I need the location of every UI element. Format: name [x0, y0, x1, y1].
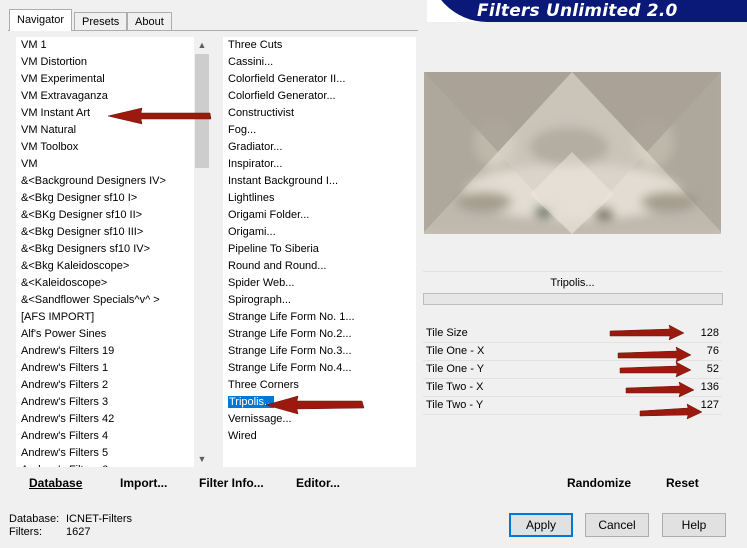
- database-button[interactable]: Database: [29, 476, 82, 490]
- tab-navigator[interactable]: Navigator: [9, 9, 73, 31]
- filter-item[interactable]: Instant Background I...: [223, 173, 416, 190]
- param-row[interactable]: Tile One - X 76: [423, 343, 722, 361]
- category-item[interactable]: Andrew's Filters 1: [16, 360, 194, 377]
- category-list[interactable]: VM 1 VM Distortion VM Experimental VM Extra…: [16, 37, 194, 467]
- param-row[interactable]: Tile One - Y 52: [423, 361, 722, 379]
- filters-count: 1627: [66, 526, 91, 538]
- filter-item[interactable]: Spirograph...: [223, 292, 416, 309]
- help-button[interactable]: Help: [662, 513, 726, 537]
- reset-button[interactable]: Reset: [666, 476, 699, 490]
- filter-item[interactable]: Strange Life Form No. 1...: [223, 309, 416, 326]
- preview-image: [424, 72, 721, 234]
- filter-item[interactable]: Three Cuts: [223, 37, 416, 54]
- import-button[interactable]: Import...: [120, 476, 167, 490]
- param-label: Tile Two - X: [426, 381, 484, 393]
- category-item[interactable]: VM Distortion: [16, 54, 194, 71]
- filter-item[interactable]: Origami...: [223, 224, 416, 241]
- filter-item[interactable]: Spider Web...: [223, 275, 416, 292]
- progress-bar: [423, 293, 723, 305]
- database-label: Database:: [9, 513, 60, 525]
- filter-item[interactable]: Origami Folder...: [223, 207, 416, 224]
- filter-item[interactable]: Tripolis...: [223, 394, 416, 411]
- param-value: 127: [700, 399, 719, 411]
- scrollbar-thumb[interactable]: [195, 54, 209, 168]
- param-row[interactable]: Tile Size 128: [423, 325, 722, 343]
- param-row[interactable]: Tile Two - X 136: [423, 379, 722, 397]
- param-value: 52: [706, 363, 719, 375]
- filters-label: Filters:: [9, 526, 42, 538]
- filter-item[interactable]: Constructivist: [223, 105, 416, 122]
- category-item[interactable]: Andrew's Filters 4: [16, 428, 194, 445]
- category-item[interactable]: Alf's Power Sines: [16, 326, 194, 343]
- banner-title: Filters Unlimited 2.0: [477, 1, 678, 21]
- cancel-button[interactable]: Cancel: [585, 513, 649, 537]
- category-scrollbar[interactable]: ▲ ▼: [194, 37, 210, 467]
- category-item[interactable]: Andrew's Filters 5: [16, 445, 194, 462]
- tab-about[interactable]: About: [127, 12, 172, 30]
- category-item[interactable]: &<Bkg Designer sf10 III>: [16, 224, 194, 241]
- filter-item[interactable]: Cassini...: [223, 54, 416, 71]
- category-item[interactable]: &<Background Designers IV>: [16, 173, 194, 190]
- category-item[interactable]: VM Natural: [16, 122, 194, 139]
- filter-item[interactable]: Strange Life Form No.4...: [223, 360, 416, 377]
- category-item[interactable]: &<BKg Designer sf10 II>: [16, 207, 194, 224]
- category-item[interactable]: VM 1: [16, 37, 194, 54]
- param-value: 76: [706, 345, 719, 357]
- category-item[interactable]: Andrew's Filters 19: [16, 343, 194, 360]
- filter-item[interactable]: Gradiator...: [223, 139, 416, 156]
- filter-item[interactable]: Round and Round...: [223, 258, 416, 275]
- filter-item[interactable]: Fog...: [223, 122, 416, 139]
- filter-item[interactable]: Pipeline To Siberia: [223, 241, 416, 258]
- category-item[interactable]: Andrew's Filters 6: [16, 462, 194, 467]
- category-item[interactable]: VM Toolbox: [16, 139, 194, 156]
- param-label: Tile One - X: [426, 345, 485, 357]
- param-label: Tile Size: [426, 327, 468, 339]
- param-row[interactable]: Tile Two - Y 127: [423, 397, 722, 415]
- category-item[interactable]: &<Bkg Designer sf10 I>: [16, 190, 194, 207]
- param-slider[interactable]: [423, 414, 722, 415]
- filter-item[interactable]: Three Corners: [223, 377, 416, 394]
- filter-item[interactable]: Lightlines: [223, 190, 416, 207]
- category-item[interactable]: VM Instant Art: [16, 105, 194, 122]
- param-value: 136: [700, 381, 719, 393]
- randomize-button[interactable]: Randomize: [567, 476, 631, 490]
- apply-button[interactable]: Apply: [509, 513, 573, 537]
- scroll-down-icon[interactable]: ▼: [194, 451, 210, 467]
- filter-item[interactable]: Inspirator...: [223, 156, 416, 173]
- category-item[interactable]: Andrew's Filters 2: [16, 377, 194, 394]
- category-item[interactable]: VM Extravaganza: [16, 88, 194, 105]
- selected-filter-name: Tripolis...: [423, 271, 722, 294]
- param-label: Tile Two - Y: [426, 399, 484, 411]
- category-item[interactable]: &<Bkg Kaleidoscope>: [16, 258, 194, 275]
- category-item[interactable]: &<Bkg Designers sf10 IV>: [16, 241, 194, 258]
- database-value: ICNET-Filters: [66, 513, 132, 525]
- filter-item[interactable]: Strange Life Form No.2...: [223, 326, 416, 343]
- scroll-up-icon[interactable]: ▲: [194, 37, 210, 53]
- filter-item[interactable]: Wired: [223, 428, 416, 445]
- filter-item[interactable]: Strange Life Form No.3...: [223, 343, 416, 360]
- param-label: Tile One - Y: [426, 363, 485, 375]
- category-item[interactable]: VM: [16, 156, 194, 173]
- editor-button[interactable]: Editor...: [296, 476, 340, 490]
- filter-info-button[interactable]: Filter Info...: [199, 476, 264, 490]
- filter-item[interactable]: Vernissage...: [223, 411, 416, 428]
- category-item[interactable]: &<Kaleidoscope>: [16, 275, 194, 292]
- filter-item[interactable]: Colorfield Generator II...: [223, 71, 416, 88]
- category-item[interactable]: VM Experimental: [16, 71, 194, 88]
- category-item[interactable]: Andrew's Filters 42: [16, 411, 194, 428]
- category-item[interactable]: &<Sandflower Specials^v^ >: [16, 292, 194, 309]
- filter-list[interactable]: Three Cuts Cassini... Colorfield Generator…: [223, 37, 416, 467]
- category-item[interactable]: Andrew's Filters 3: [16, 394, 194, 411]
- tab-presets[interactable]: Presets: [74, 12, 128, 30]
- app-banner: Filters Unlimited 2.0: [427, 0, 747, 22]
- category-item[interactable]: [AFS IMPORT]: [16, 309, 194, 326]
- param-value: 128: [700, 327, 719, 339]
- filter-item[interactable]: Colorfield Generator...: [223, 88, 416, 105]
